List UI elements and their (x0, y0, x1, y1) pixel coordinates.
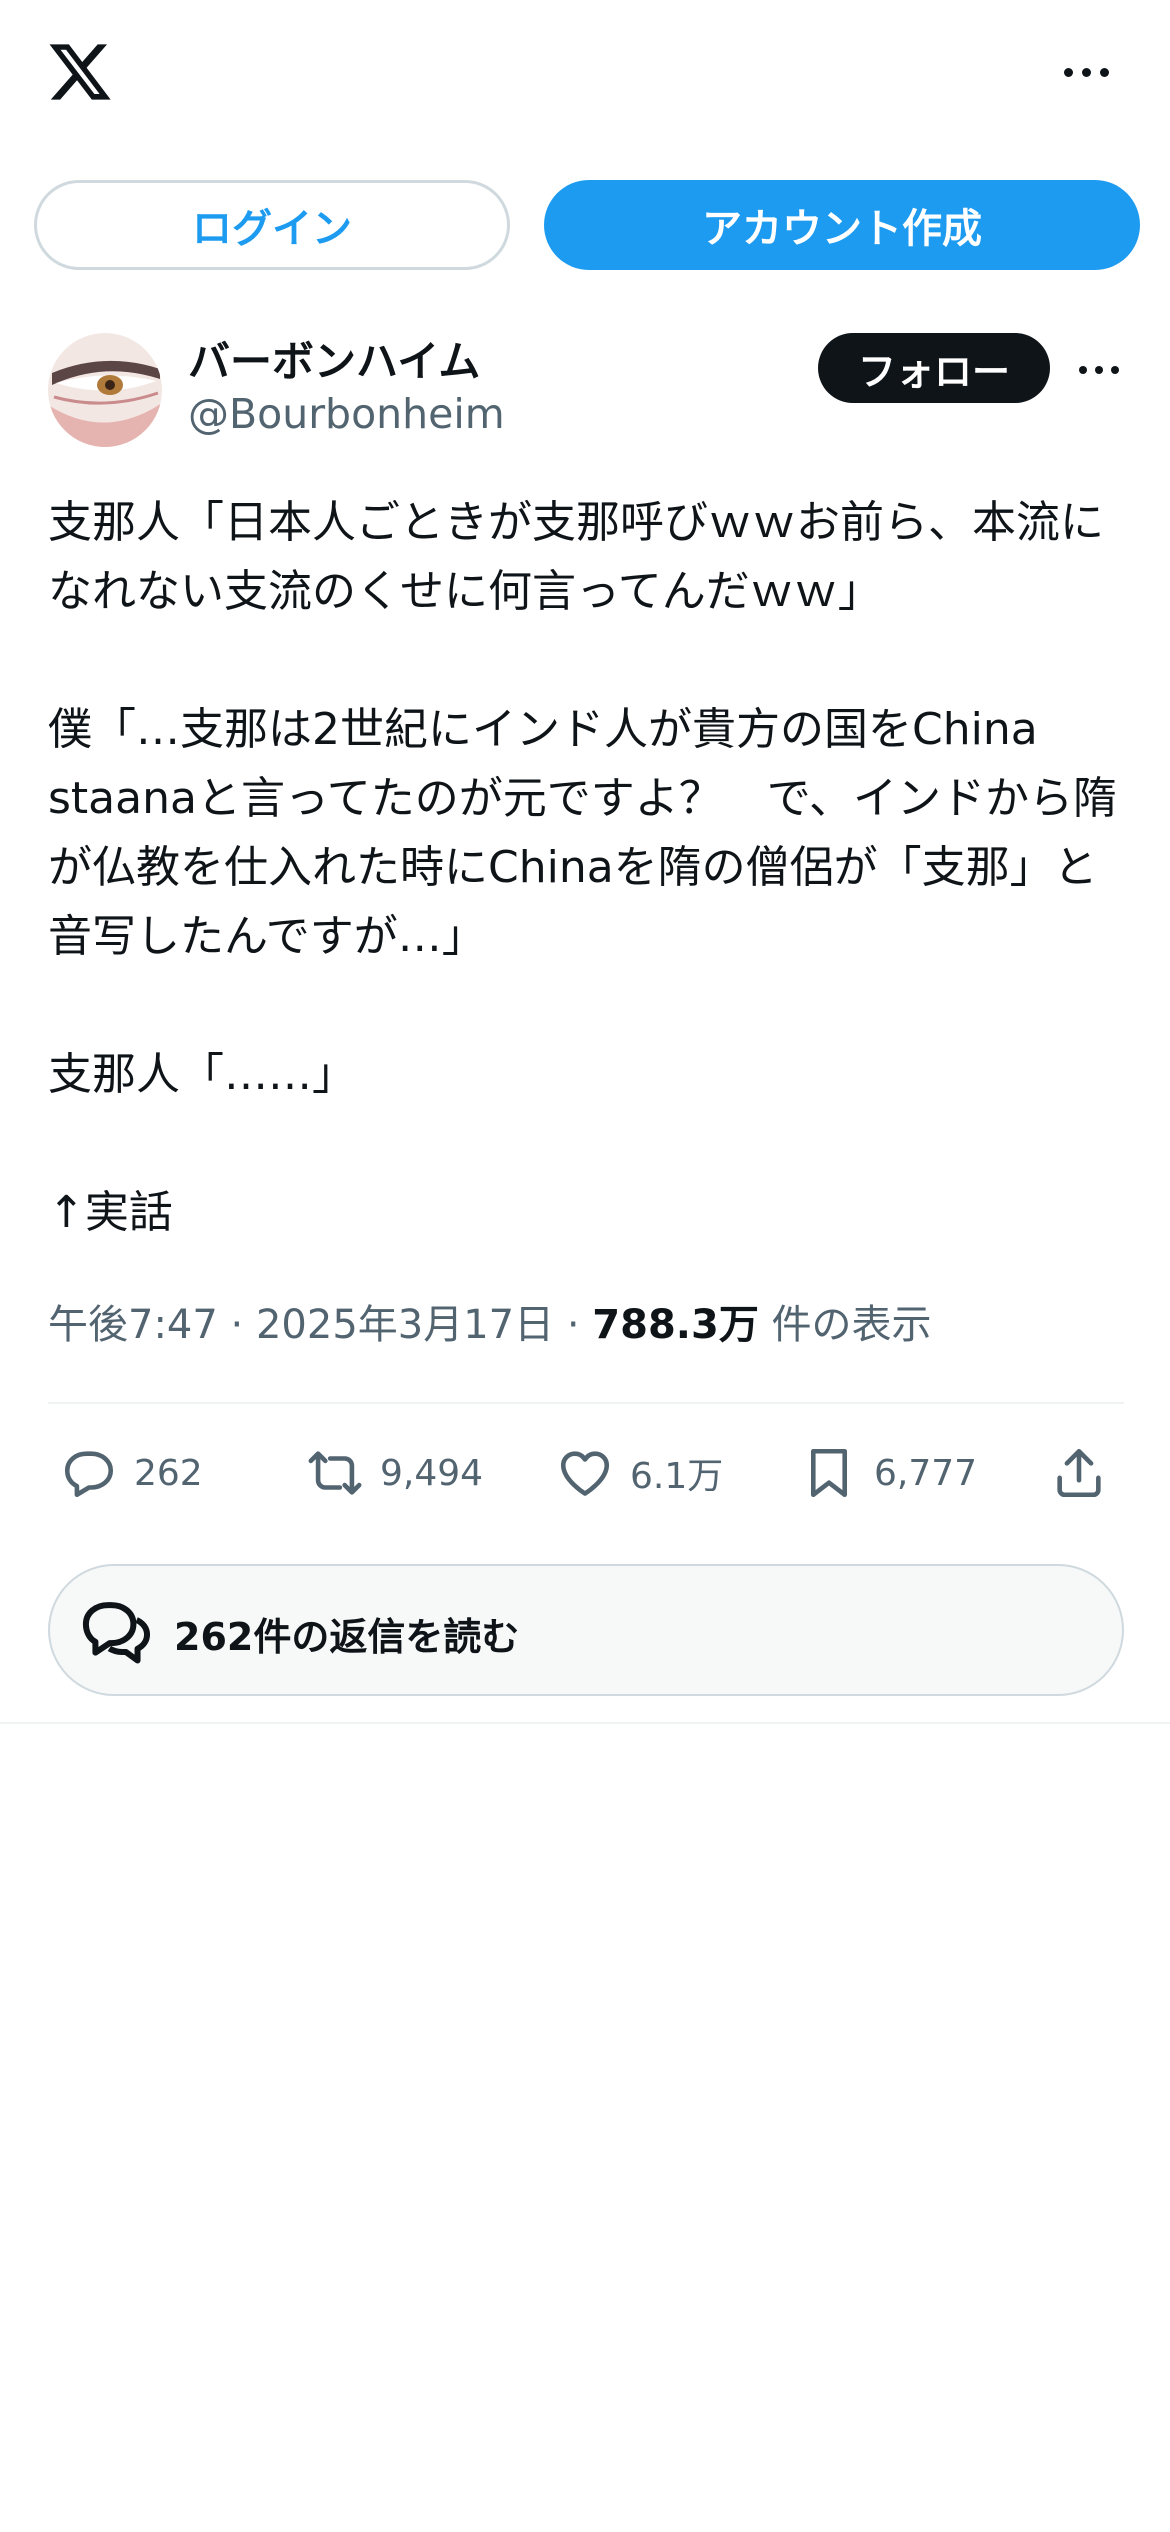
retweet-icon (308, 1451, 362, 1495)
retweet-count: 9,494 (380, 1452, 484, 1494)
views-count: 788.3万 (592, 1302, 759, 1348)
reply-count: 262 (134, 1452, 203, 1494)
retweet-button[interactable]: 9,494 (306, 1438, 483, 1508)
meta-separator: · (566, 1302, 580, 1348)
read-replies-label: 262件の返信を読む (174, 1615, 520, 1659)
divider (48, 1402, 1124, 1404)
login-button[interactable]: ログイン (34, 180, 510, 270)
more-options-icon[interactable] (1062, 58, 1112, 88)
share-button[interactable] (1050, 1438, 1108, 1508)
tweet-meta: 午後7:47 · 2025年3月17日 · 788.3万 件の表示 (48, 1292, 932, 1350)
create-account-button[interactable]: アカウント作成 (544, 180, 1140, 270)
top-bar (0, 0, 1170, 150)
share-icon (1057, 1448, 1101, 1498)
like-button[interactable]: 6.1万 (556, 1438, 723, 1508)
bookmark-button[interactable]: 6,777 (800, 1438, 977, 1508)
like-count: 6.1万 (630, 1456, 724, 1497)
tweet-more-icon[interactable] (1077, 356, 1121, 386)
follow-button[interactable]: フォロー (818, 333, 1050, 403)
replies-bubble-icon (82, 1602, 151, 1664)
reply-icon (64, 1451, 114, 1498)
heart-icon (560, 1451, 610, 1496)
author-display-name[interactable]: バーボンハイム (188, 328, 480, 389)
tweet-date[interactable]: 2025年3月17日 (256, 1302, 554, 1348)
meta-separator: · (230, 1302, 244, 1348)
reply-button[interactable]: 262 (60, 1438, 203, 1508)
bookmark-icon (810, 1448, 848, 1498)
author-handle[interactable]: @Bourbonheim (188, 390, 505, 438)
views-label: 件の表示 (771, 1302, 932, 1348)
read-replies-button[interactable]: 262件の返信を読む (48, 1564, 1124, 1696)
tweet-time[interactable]: 午後7:47 (48, 1302, 218, 1348)
x-logo-icon[interactable] (45, 38, 115, 106)
bookmark-count: 6,777 (874, 1452, 978, 1494)
avatar[interactable] (48, 333, 162, 447)
divider (0, 1722, 1170, 1724)
tweet-text: 支那人「日本人ごときが支那呼びｗｗお前ら、本流になれない支流のくせに何言ってんだ… (48, 497, 1117, 1238)
